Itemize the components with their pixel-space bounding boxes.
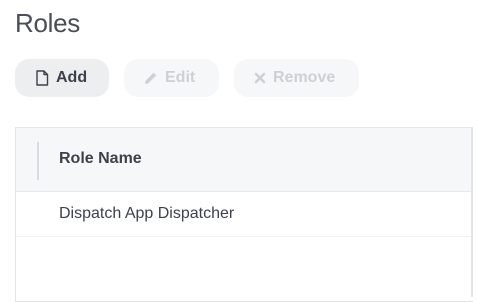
cell-role-name: Dispatch App Dispatcher [59, 205, 235, 222]
grid-right-border [471, 127, 473, 297]
grid-header: Role Name [16, 128, 473, 192]
column-header-role-name[interactable]: Role Name [59, 150, 142, 168]
file-icon [35, 70, 49, 86]
roles-grid: Role Name Dispatch App Dispatcher [15, 127, 473, 302]
remove-button[interactable]: Remove [234, 59, 359, 97]
x-icon [254, 72, 266, 84]
table-row[interactable]: Dispatch App Dispatcher [16, 192, 473, 237]
toolbar: Add Edit Remove [15, 59, 359, 97]
column-separator[interactable] [37, 142, 39, 180]
page-title: Roles [15, 8, 80, 38]
pencil-icon [144, 71, 158, 85]
add-button[interactable]: Add [15, 59, 109, 97]
edit-button-label: Edit [165, 69, 196, 86]
edit-button[interactable]: Edit [124, 59, 219, 97]
add-button-label: Add [56, 69, 88, 86]
remove-button-label: Remove [273, 69, 336, 86]
